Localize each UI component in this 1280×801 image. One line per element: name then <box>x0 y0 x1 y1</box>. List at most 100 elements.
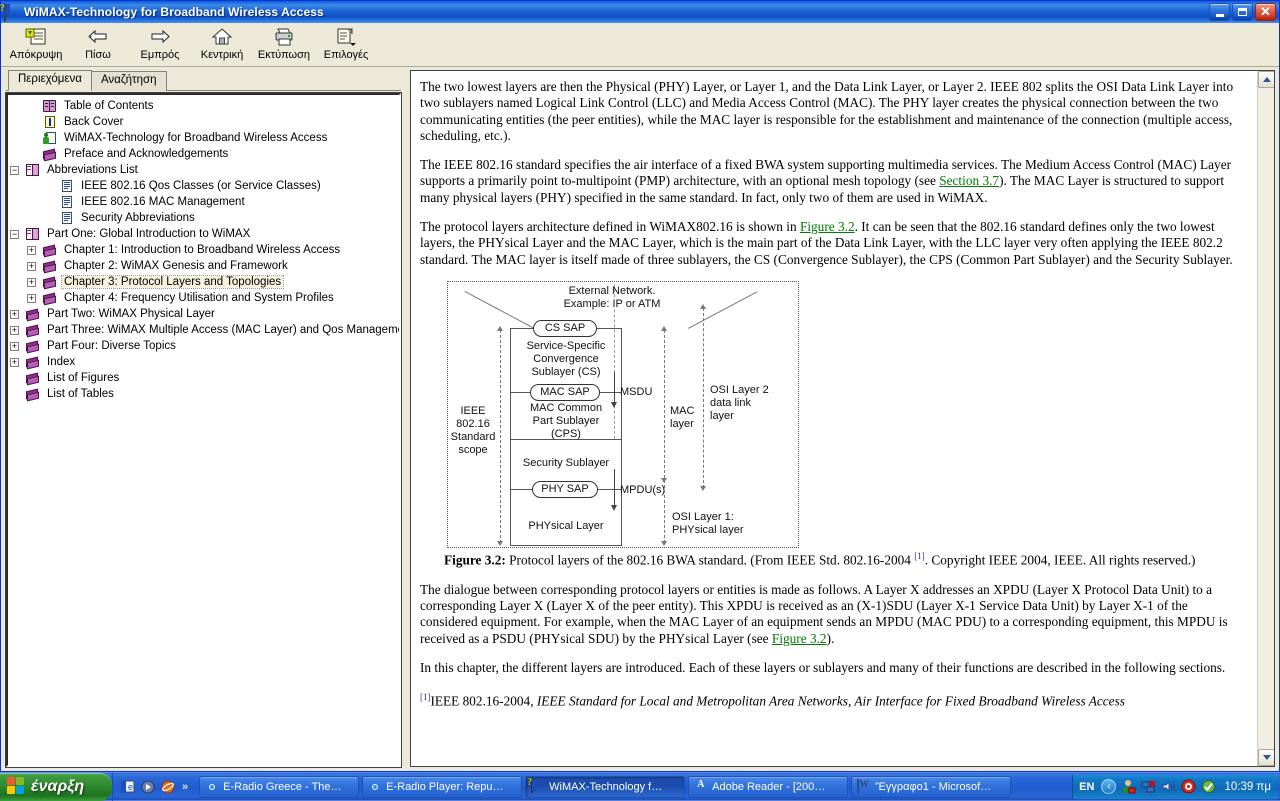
title-bar[interactable]: WiMAX-Technology for Broadband Wireless … <box>1 1 1279 23</box>
paragraph-1: The two lowest layers are then the Physi… <box>420 79 1245 144</box>
tab-contents[interactable]: Περιεχόμενα <box>8 70 92 91</box>
toc-item[interactable]: − Abbreviations List <box>8 162 399 178</box>
toc-item-label: Part Two: WiMAX Physical Layer <box>47 308 215 320</box>
osi1-line2: PHYsical layer <box>672 523 744 536</box>
minimize-button[interactable] <box>1209 3 1230 21</box>
external-network-line1: External Network. <box>568 284 656 297</box>
book-icon <box>42 147 58 162</box>
nav-tabstrip: Περιεχόμενα Αναζήτηση <box>6 70 401 91</box>
toolbar: Απόκρυψη Πίσω Εμπρός Κεντρική Εκτύπωση Ε… <box>1 23 1279 67</box>
msdu-label: MSDU <box>620 385 653 398</box>
external-network-line2: Example: IP or ATM <box>563 297 661 310</box>
antivirus-icon[interactable] <box>1181 779 1196 794</box>
content-vertical-scrollbar[interactable] <box>1257 71 1274 766</box>
task-button-wimax-help[interactable]: WiMAX-Technology f… <box>525 775 686 798</box>
collapse-icon[interactable]: − <box>10 165 19 175</box>
link-section-3-7[interactable]: Section 3.7 <box>939 173 999 188</box>
toc-item[interactable]: + Chapter 1: Introduction to Broadband Wi… <box>8 242 399 258</box>
toc-item[interactable]: Preface and Acknowledgements <box>8 146 399 162</box>
expand-icon[interactable]: + <box>27 293 36 303</box>
print-button[interactable]: Εκτύπωση <box>253 24 315 66</box>
toc-item[interactable]: − Part One: Global Introduction to WiMAX <box>8 226 399 242</box>
external-net-dashdot <box>614 283 615 439</box>
osi2-line1: OSI Layer 2 <box>710 383 769 396</box>
options-button[interactable]: Επιλογές <box>315 24 377 66</box>
volume-icon[interactable] <box>1161 779 1176 794</box>
figure-caption-text-a: Protocol layers of the 802.16 BWA standa… <box>505 552 915 568</box>
back-button[interactable]: Πίσω <box>67 24 129 66</box>
toc-item[interactable]: IEEE 802.16 MAC Management <box>8 194 399 210</box>
paragraph-2: The IEEE 802.16 standard specifies the a… <box>420 157 1245 206</box>
expand-icon[interactable]: + <box>27 277 36 287</box>
toc-item[interactable]: + Chapter 4: Frequency Utilisation and Sy… <box>8 290 399 306</box>
osi2-dashed-line <box>703 307 704 488</box>
expand-icon[interactable]: + <box>27 261 36 271</box>
expand-icon[interactable]: + <box>10 309 19 319</box>
toc-item[interactable]: Back Cover <box>8 114 399 130</box>
network-disconnected-icon[interactable] <box>1141 779 1157 794</box>
phy-sap-pill: PHY SAP <box>532 480 598 498</box>
toc-item[interactable]: + Part Two: WiMAX Physical Layer <box>8 306 399 322</box>
toc-item[interactable]: List of Tables <box>8 386 399 402</box>
mpdu-label: MPDU(s) <box>620 483 666 496</box>
task-button-eradio-greece[interactable]: E-Radio Greece - The… <box>199 775 360 798</box>
figure-caption-footnote-ref[interactable]: [1] <box>914 551 925 561</box>
scroll-up-button[interactable] <box>1258 71 1274 88</box>
start-button[interactable]: έναρξη <box>0 772 112 801</box>
maximize-icon <box>1238 8 1247 16</box>
toc-item[interactable]: + Part Four: Diverse Topics <box>8 338 399 354</box>
scroll-down-button[interactable] <box>1258 749 1274 766</box>
task-button-adobe-reader[interactable]: Adobe Reader - [200… <box>688 775 849 798</box>
toc-item[interactable]: + Index <box>8 354 399 370</box>
navigation-pane: Περιεχόμενα Αναζήτηση Table of Contents B… <box>1 67 405 771</box>
toc-item[interactable]: WiMAX-Technology for Broadband Wireless … <box>8 130 399 146</box>
link-figure-3-2-top[interactable]: Figure 3.2 <box>800 219 855 234</box>
footnote-1: [1]IEEE 802.16-2004, IEEE Standard for L… <box>420 689 1245 710</box>
toc-item[interactable]: + Chapter 3: Protocol Layers and Topologi… <box>8 274 399 290</box>
toc-item[interactable]: + Chapter 2: WiMAX Genesis and Framework <box>8 258 399 274</box>
security-shield-icon[interactable] <box>1201 779 1216 794</box>
messenger-icon[interactable] <box>1121 779 1136 794</box>
expand-icon[interactable]: + <box>27 245 36 255</box>
collapse-icon[interactable]: − <box>10 229 19 239</box>
language-indicator[interactable]: EN <box>1079 781 1096 793</box>
expand-icon[interactable]: + <box>10 325 19 335</box>
close-button[interactable]: ✕ <box>1255 3 1276 21</box>
expand-icon[interactable]: + <box>10 341 19 351</box>
hide-pane-button[interactable]: Απόκρυψη <box>5 24 67 66</box>
close-icon: ✕ <box>1260 4 1271 19</box>
chevron-down-icon <box>1262 755 1271 760</box>
scope-line1: IEEE <box>460 404 486 417</box>
task-list: E-Radio Greece - The… E-Radio Player: Re… <box>194 775 1072 798</box>
tab-search[interactable]: Αναζήτηση <box>90 71 167 91</box>
home-button[interactable]: Κεντρική <box>191 24 253 66</box>
forward-button[interactable]: Εμπρός <box>129 24 191 66</box>
toc-item[interactable]: + Part Three: WiMAX Multiple Access (MAC … <box>8 322 399 338</box>
maximize-button[interactable] <box>1232 3 1253 21</box>
cs-line2: Convergence <box>533 352 599 365</box>
chevron-up-icon <box>1262 77 1271 82</box>
book-icon <box>25 387 41 402</box>
tray-collapse-icon[interactable]: ‹ <box>1101 779 1117 794</box>
security-sublayer-label: Security Sublayer <box>522 456 610 469</box>
expand-icon[interactable]: + <box>10 357 19 367</box>
link-figure-3-2-bottom[interactable]: Figure 3.2 <box>772 631 827 646</box>
browser-icon[interactable] <box>160 779 176 795</box>
quicklaunch-overflow-icon[interactable]: » <box>182 781 188 793</box>
toc-item[interactable]: IEEE 802.16 Qos Classes (or Service Clas… <box>8 178 399 194</box>
task-button-word-document[interactable]: 'Έγγραφο1 - Microsof… <box>851 775 1012 798</box>
toc-tree[interactable]: Table of Contents Back Cover WiMAX-Technol… <box>5 92 402 768</box>
media-player-icon[interactable] <box>140 779 156 795</box>
task-button-eradio-player[interactable]: E-Radio Player: Repu… <box>362 775 523 798</box>
paragraph-5: In this chapter, the different layers ar… <box>420 660 1245 676</box>
figure-caption: Figure 3.2: Protocol layers of the 802.1… <box>420 548 1245 569</box>
toc-item[interactable]: Security Abbreviations <box>8 210 399 226</box>
clock[interactable]: 10:39 πμ <box>1224 781 1271 793</box>
toc-item[interactable]: Table of Contents <box>8 98 399 114</box>
mac-layer-arrow-up <box>661 325 667 331</box>
toc-item[interactable]: List of Figures <box>8 370 399 386</box>
show-desktop-icon[interactable]: e <box>120 779 136 795</box>
